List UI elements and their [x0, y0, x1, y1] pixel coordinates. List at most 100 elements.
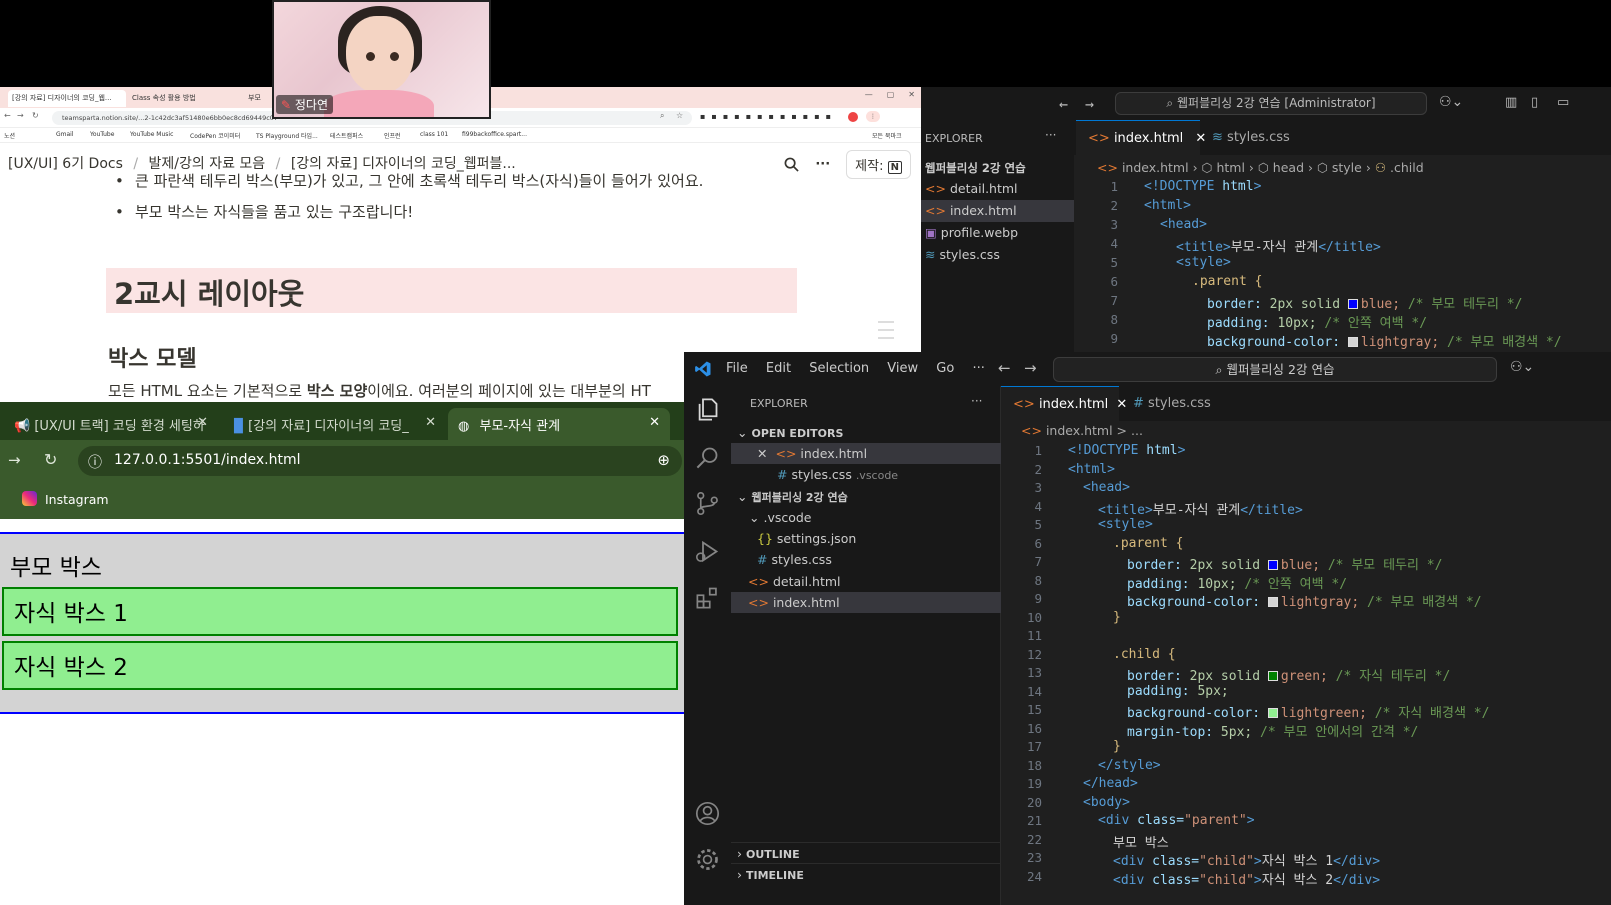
tree-file-detail-html[interactable]: <> detail.html [731, 571, 1001, 592]
color-swatch[interactable] [1347, 299, 1358, 309]
tab-parent-child[interactable]: ◍ 부모-자식 관계 ✕ [448, 408, 670, 440]
more-icon[interactable]: ··· [815, 157, 830, 172]
color-swatch[interactable] [1267, 597, 1278, 607]
menu-file[interactable]: File [726, 361, 748, 376]
back-icon[interactable]: ← [998, 359, 1011, 377]
open-editor-styles-css[interactable]: # styles.css .vscode [731, 464, 1001, 485]
color-swatch[interactable] [1347, 337, 1358, 347]
command-center-search[interactable]: ⌕ 웹퍼블리싱 2강 연습 [1053, 357, 1497, 382]
panel-toggle-icon[interactable]: ▭ [1557, 95, 1569, 110]
close-icon[interactable]: ✕ [908, 90, 915, 99]
site-info-icon[interactable]: ⓘ [88, 452, 102, 472]
file-profile-webp[interactable]: ▣ profile.webp [921, 222, 1074, 244]
run-debug-icon[interactable] [694, 538, 721, 565]
color-swatch[interactable] [1267, 560, 1278, 570]
forward-icon[interactable]: → [1085, 95, 1094, 113]
file-index-html[interactable]: <> index.html [921, 200, 1074, 222]
more-icon[interactable]: ··· [971, 394, 982, 408]
breadcrumb-item[interactable]: .child [1390, 160, 1424, 175]
tab-styles-css[interactable]: # styles.css [1121, 386, 1233, 421]
open-editors-section[interactable]: ⌄ OPEN EDITORS [731, 422, 1001, 443]
tab-lecture-material[interactable]: ▉ [강의 자료] 디자이너의 코딩_ ✕ [224, 408, 444, 440]
breadcrumb-docs[interactable]: [UX/UI] 6기 Docs [8, 156, 123, 172]
menu-selection[interactable]: Selection [809, 361, 869, 376]
tree-file-styles-css[interactable]: # styles.css [731, 549, 1001, 570]
bookmark-instagram[interactable]: Instagram [45, 492, 109, 507]
bookmark-codepen[interactable]: CodePen 코이미터 [190, 131, 240, 140]
bookmark-youtube[interactable]: YouTube [90, 131, 114, 138]
bookmark-ts-playground[interactable]: TS Playground 타입... [256, 131, 318, 140]
open-editor-index-html[interactable]: ✕ <> index.html [731, 443, 1001, 464]
outline-section[interactable]: › OUTLINE [731, 842, 1001, 863]
reload-icon[interactable]: ↻ [44, 450, 57, 469]
maximize-icon[interactable]: ▢ [887, 90, 895, 99]
breadcrumb-item[interactable]: style [1332, 160, 1362, 175]
menu-edit[interactable]: Edit [766, 361, 791, 376]
extension-icons[interactable]: ▪▪▪▪▪▪▪▪▪▪▪▪ [700, 112, 837, 121]
url-field[interactable]: ⓘ 127.0.0.1:5501/index.html ⊕ [78, 446, 682, 476]
tree-file-settings-json[interactable]: {} settings.json [731, 528, 1001, 549]
menu-go[interactable]: Go [936, 361, 954, 376]
close-icon[interactable]: ✕ [649, 415, 660, 430]
workspace-folder[interactable]: ⌄ 웹퍼블리싱 2강 연습 [731, 486, 1001, 507]
bookmark-gmail[interactable]: Gmail [56, 131, 74, 138]
search-icon[interactable] [694, 444, 721, 471]
settings-gear-icon[interactable] [694, 846, 721, 873]
breadcrumb-item[interactable]: index.html [1122, 160, 1189, 175]
menu-view[interactable]: View [887, 361, 918, 376]
search-icon[interactable] [784, 157, 800, 172]
back-icon[interactable]: ← [4, 111, 11, 120]
sidebar-toggle-icon[interactable]: ▯ [1531, 95, 1538, 110]
vscode-admin-editor[interactable]: 1 2 3 4 5 6 7 8 9 <!DOCTYPE html> <html>… [1074, 178, 1611, 352]
account-icon[interactable] [694, 800, 721, 827]
page-outline-handle[interactable] [878, 315, 894, 345]
layout-icon[interactable]: ▥ [1505, 95, 1517, 110]
copilot-icon[interactable]: ⚇⌄ [1439, 94, 1463, 110]
notion-tab-parent[interactable]: 부모 [244, 90, 274, 107]
bookmark-inflearn[interactable]: 인프런 [384, 131, 401, 140]
bookmark-all[interactable]: 모든 북마크 [872, 131, 902, 140]
close-icon[interactable]: ✕ [425, 415, 436, 430]
forward-icon[interactable]: → [1024, 359, 1037, 377]
breadcrumb-item[interactable]: html [1216, 160, 1244, 175]
command-center-search[interactable]: ⌕ 웹퍼블리싱 2강 연습 [Administrator] [1115, 92, 1427, 115]
profile-icon[interactable] [848, 112, 858, 122]
bookmark-youtube-music[interactable]: YouTube Music [130, 131, 173, 138]
reload-icon[interactable]: ↻ [32, 111, 39, 120]
forward-icon[interactable]: → [8, 451, 21, 469]
color-swatch[interactable] [1267, 671, 1278, 681]
notion-tab-class[interactable]: Class 속성 활용 방법 [128, 90, 228, 107]
file-styles-css[interactable]: ≋ styles.css [921, 244, 1074, 266]
star-icon[interactable]: ☆ [676, 111, 683, 120]
tab-index-html[interactable]: <> index.html ✕ [1001, 386, 1127, 421]
minimize-icon[interactable]: — [865, 90, 873, 99]
close-icon[interactable]: ✕ [197, 415, 208, 430]
close-icon[interactable]: ✕ [757, 446, 767, 461]
tree-file-index-html[interactable]: <> index.html [731, 592, 1001, 613]
extensions-icon[interactable] [694, 584, 721, 611]
back-icon[interactable]: ← [1059, 95, 1068, 113]
notion-tab-lecture[interactable]: [강의 자료] 디자이너의 코딩_웹... [8, 90, 126, 107]
tab-index-html[interactable]: <> index.html ✕ [1076, 120, 1206, 155]
tab-coding-setup[interactable]: 📢 [UX/UI 트랙] 코딩 환경 세팅하 ✕ [4, 408, 216, 440]
timeline-section[interactable]: › TIMELINE [731, 863, 1001, 884]
source-control-icon[interactable] [694, 490, 721, 517]
color-swatch[interactable] [1267, 708, 1278, 718]
forward-icon[interactable]: → [17, 111, 24, 120]
update-button[interactable]: ⋮ [866, 111, 880, 122]
breadcrumb-item[interactable]: index.html > ... [1046, 423, 1143, 438]
bookmark-class101[interactable]: class 101 [420, 131, 448, 138]
menu-more[interactable]: ··· [972, 361, 984, 376]
bookmark-notion[interactable]: 노션 [4, 131, 15, 140]
tree-folder-vscode[interactable]: ⌄ .vscode [731, 507, 1001, 528]
more-icon[interactable]: ··· [1045, 128, 1056, 142]
bookmark-backoffice[interactable]: fi99backoffice.spart... [462, 131, 527, 138]
explorer-icon[interactable] [694, 396, 721, 423]
folder-name[interactable]: 웹퍼블리싱 2강 연습 [925, 160, 1026, 176]
zoom-icon[interactable]: ⌕ [660, 111, 664, 121]
file-detail-html[interactable]: <> detail.html [921, 178, 1074, 200]
tab-styles-css[interactable]: ≋ styles.css [1200, 120, 1318, 155]
bookmark-test-campus[interactable]: 테스트캠퍼스 [330, 131, 363, 140]
breadcrumb-item[interactable]: head [1273, 160, 1304, 175]
copilot-icon[interactable]: ⚇⌄ [1510, 359, 1534, 375]
